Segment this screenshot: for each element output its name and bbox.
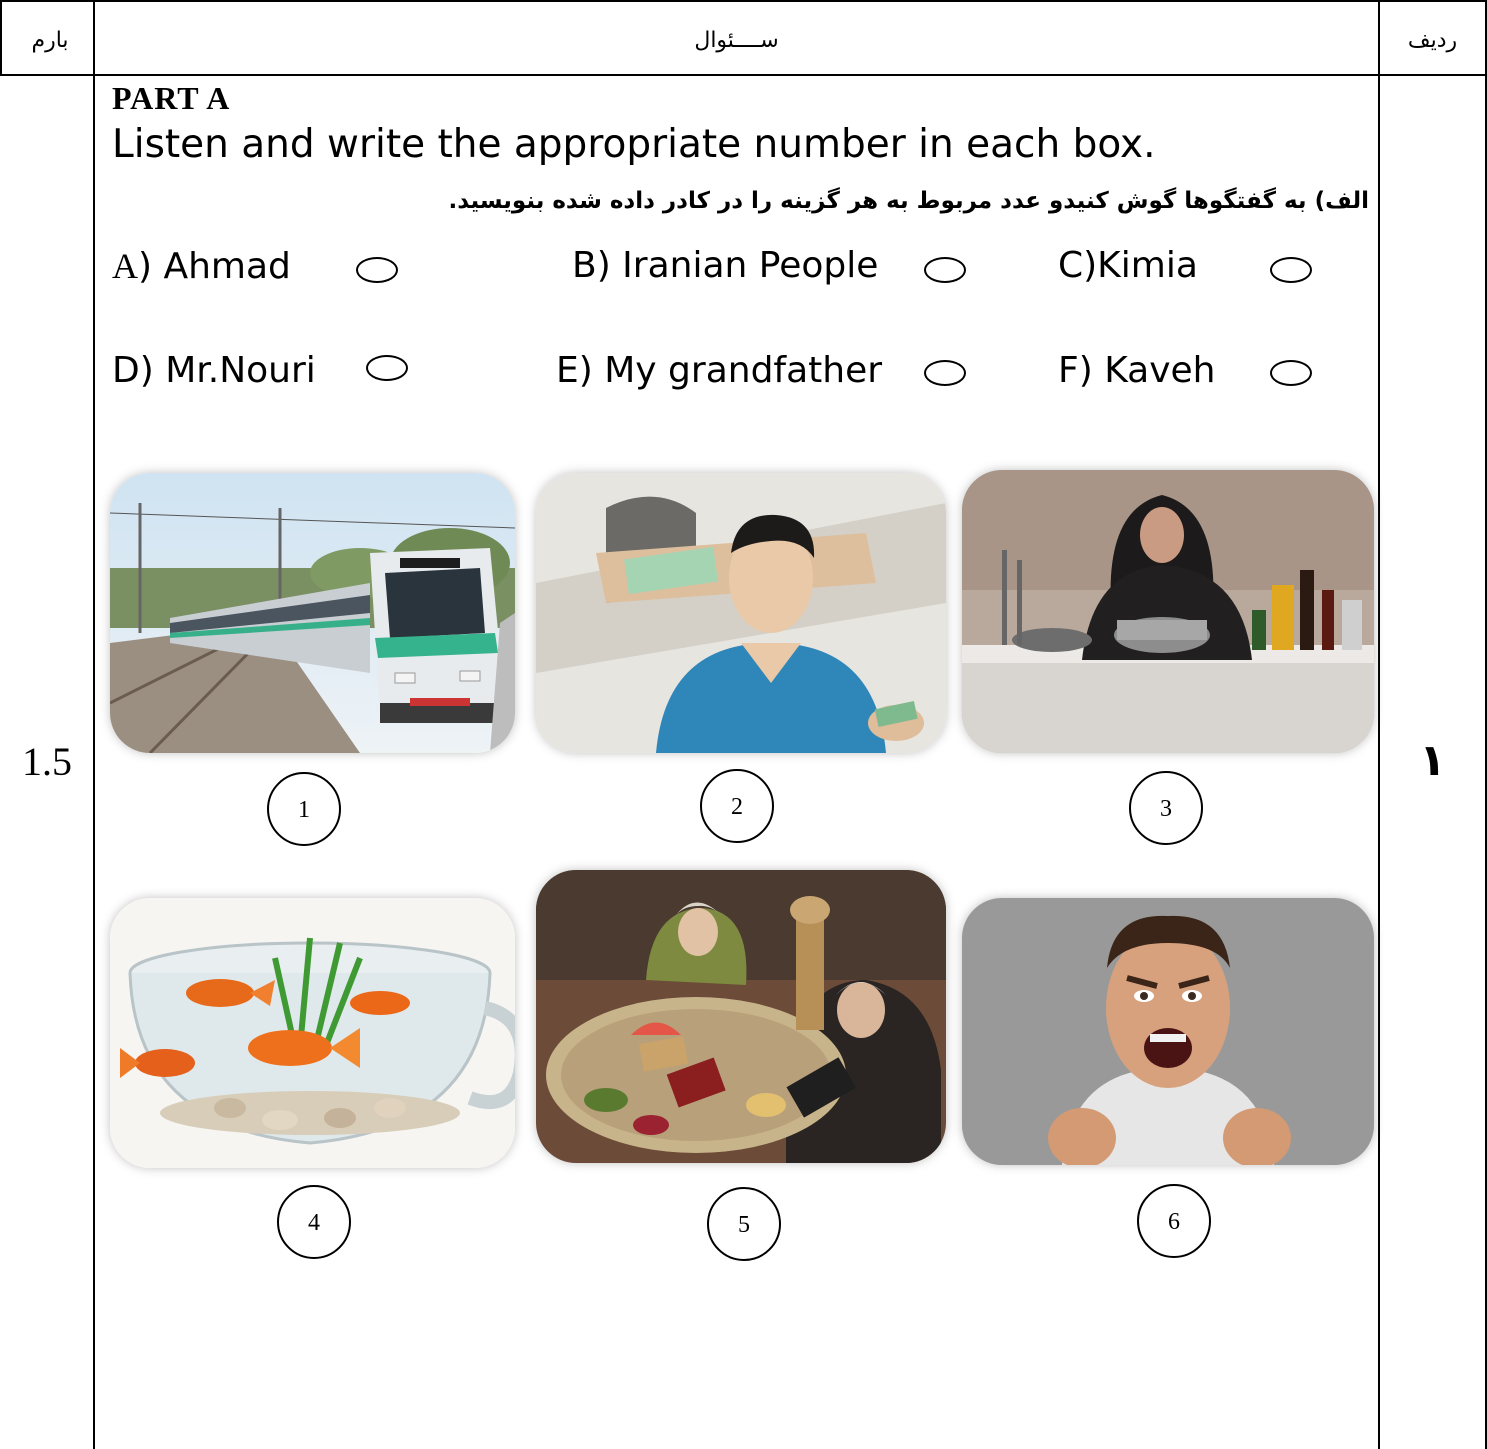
option-f: F) Kaveh	[1058, 350, 1216, 391]
picture-woman-cooking	[962, 470, 1374, 753]
option-a-label: ) Ahmad	[138, 246, 291, 287]
instruction-persian: الف) به گفتگوها گوش کنیدو عدد مربوط به ه…	[448, 188, 1369, 214]
picture-number-3: 3	[1129, 771, 1203, 845]
row-column-divider	[1378, 0, 1380, 1449]
picture-goldfish-bowl	[110, 898, 515, 1168]
option-e: E) My grandfather	[556, 350, 883, 391]
answer-box-e[interactable]	[924, 360, 966, 386]
question-column-header: ســــئوال	[694, 28, 779, 53]
score-column-header: بارم	[31, 28, 69, 53]
picture-nowruz-table	[536, 870, 946, 1163]
picture-number-2: 2	[700, 769, 774, 843]
score-column-divider	[93, 0, 95, 1449]
picture-number-1: 1	[267, 772, 341, 846]
table-left-border	[0, 0, 2, 75]
answer-box-a[interactable]	[356, 257, 398, 283]
option-c: C)Kimia	[1058, 245, 1198, 286]
option-a: A) Ahmad	[112, 245, 291, 287]
option-b: B) Iranian People	[572, 245, 879, 286]
picture-man-with-money	[536, 473, 946, 753]
picture-number-6: 6	[1137, 1184, 1211, 1258]
answer-box-d[interactable]	[366, 355, 408, 381]
picture-train	[110, 473, 515, 753]
option-d: D) Mr.Nouri	[112, 350, 316, 391]
option-a-letter: A	[112, 246, 138, 286]
header-bottom-border	[0, 74, 1487, 76]
table-top-border	[0, 0, 1487, 2]
picture-number-4: 4	[277, 1185, 351, 1259]
picture-angry-man	[962, 898, 1374, 1165]
instruction-english: Listen and write the appropriate number …	[112, 122, 1156, 167]
answer-box-c[interactable]	[1270, 257, 1312, 283]
part-title: PART A	[112, 80, 231, 116]
answer-box-f[interactable]	[1270, 360, 1312, 386]
picture-number-5: 5	[707, 1187, 781, 1261]
question-row-number: ۱	[1419, 735, 1446, 786]
row-column-header: ردیف	[1407, 28, 1458, 53]
question-score: 1.5	[22, 739, 72, 784]
answer-box-b[interactable]	[924, 257, 966, 283]
